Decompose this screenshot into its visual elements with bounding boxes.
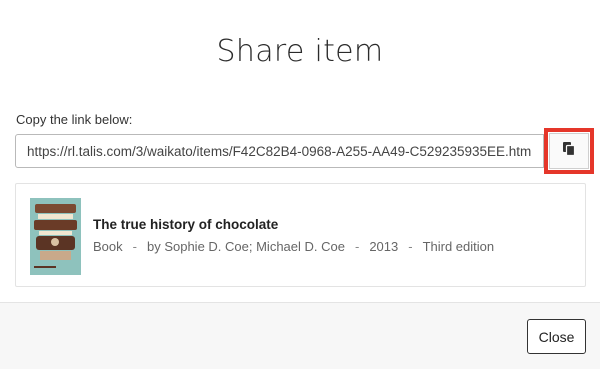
share-link-input[interactable]	[15, 134, 544, 168]
dialog-title: Share item	[216, 34, 384, 69]
copy-button-face	[549, 133, 589, 169]
copy-link-button[interactable]	[544, 128, 594, 174]
meta-separator: -	[132, 239, 137, 254]
item-authors: by Sophie D. Coe; Michael D. Coe	[146, 239, 345, 254]
item-title[interactable]: The true history of chocolate	[93, 217, 278, 232]
close-button[interactable]: Close	[527, 319, 586, 354]
copy-link-label: Copy the link below:	[16, 112, 133, 127]
meta-separator: -	[354, 239, 360, 254]
item-year: 2013	[369, 239, 399, 254]
item-edition: Third edition	[422, 239, 495, 254]
dialog-footer: Close	[0, 302, 600, 369]
copy-icon	[562, 141, 576, 162]
book-cover-image	[30, 198, 81, 275]
item-type: Book	[93, 239, 123, 254]
meta-separator: -	[408, 239, 413, 254]
item-meta: Book - by Sophie D. Coe; Michael D. Coe -20…	[93, 239, 494, 254]
item-card: The true history of chocolate Book - by So…	[15, 183, 586, 287]
share-item-dialog: Share item Copy the link below: https://…	[0, 0, 600, 369]
